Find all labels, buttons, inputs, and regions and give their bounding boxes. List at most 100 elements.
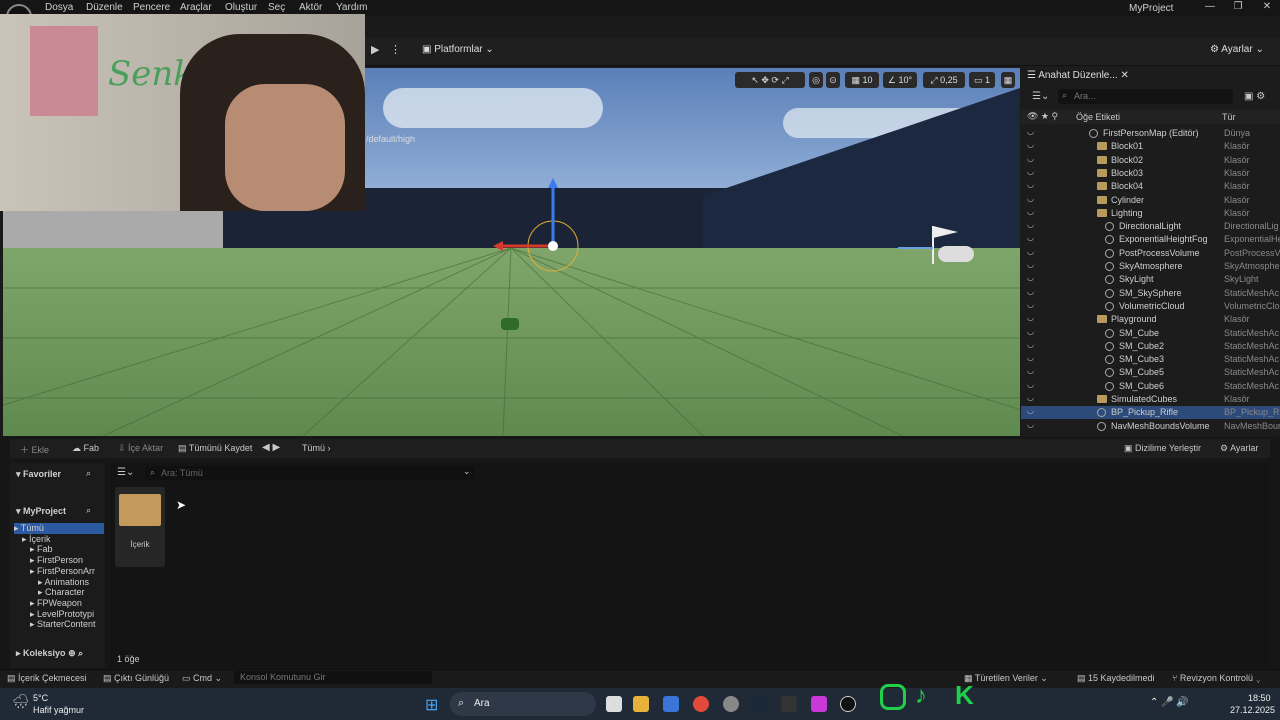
visibility-toggle-icon[interactable]: ◡ (1027, 273, 1034, 282)
outliner-row[interactable]: ◡ FirstPersonMap (Editör) Dünya (1021, 127, 1280, 140)
outliner-row[interactable]: ◡ SM_Cube3 StaticMeshAc (1021, 353, 1280, 366)
clock-time[interactable]: 18:50 (1248, 693, 1271, 703)
visibility-toggle-icon[interactable]: ◡ (1027, 233, 1034, 242)
output-log-button[interactable]: ▤ Çıktı Günlüğü (103, 673, 169, 684)
file-explorer-icon[interactable] (633, 696, 649, 712)
project-header[interactable]: ▾ MyProject (16, 506, 66, 517)
folder-tree-item[interactable]: ▸ İçerik (22, 534, 51, 545)
outliner-row[interactable]: ◡ SM_Cube StaticMeshAc (1021, 327, 1280, 340)
menu-file[interactable]: Dosya (45, 2, 73, 13)
platforms-button[interactable]: ▣ Platformlar ⌄ (422, 44, 494, 55)
folder-tree-item[interactable]: ▸ Animations (38, 577, 89, 588)
derived-data-button[interactable]: ▦ Türetilen Veriler ⌄ (964, 673, 1048, 684)
outliner-row[interactable]: ◡ NavMeshBoundsVolume NavMeshBour (1021, 420, 1280, 433)
outliner-row[interactable]: ◡ SkyAtmosphere SkyAtmosphe (1021, 260, 1280, 273)
surface-snap-icon[interactable]: ⊙ (826, 72, 840, 88)
visibility-toggle-icon[interactable]: ◡ (1027, 180, 1034, 189)
folder-tree-item[interactable]: ▸ Fab (30, 544, 53, 555)
menu-edit[interactable]: Düzenle (86, 2, 123, 13)
revision-control-button[interactable]: ⑂ Revizyon Kontrolü ⌄ (1172, 673, 1261, 683)
app-icon[interactable] (811, 696, 827, 712)
task-view-icon[interactable] (606, 696, 622, 712)
asset-search-input[interactable]: ⌕ Ara: Tümü ⌄ (145, 466, 475, 480)
transform-mode-group[interactable]: ↖ ✥ ⟳ ⤢ (735, 72, 805, 88)
store-icon[interactable] (663, 696, 679, 712)
outliner-row[interactable]: ◡ Lighting Klasör (1021, 207, 1280, 220)
steam-icon[interactable] (752, 696, 768, 712)
visibility-toggle-icon[interactable]: ◡ (1027, 220, 1034, 229)
outliner-row[interactable]: ◡ Block01 Klasör (1021, 140, 1280, 153)
menu-create[interactable]: Oluştur (225, 2, 257, 13)
outliner-row[interactable]: ◡ BP_Pickup_Rifle BP_Pickup_Ri (1021, 406, 1280, 420)
cmd-dropdown[interactable]: ▭ Cmd ⌄ (182, 673, 222, 684)
menu-window[interactable]: Pencere (133, 2, 170, 13)
unsaved-button[interactable]: ▤ 15 Kaydedilmedi (1077, 673, 1155, 684)
outliner-row[interactable]: ◡ PostProcessVolume PostProcessVo (1021, 247, 1280, 260)
scale-snap-button[interactable]: ⤢ 0,25 (923, 72, 965, 88)
maximize-button[interactable]: ❐ (1229, 1, 1247, 12)
outliner-row[interactable]: ◡ ExponentialHeightFog ExponentialHe (1021, 233, 1280, 246)
camera-speed-button[interactable]: ▭ 1 (969, 72, 995, 88)
fab-button[interactable]: ☁ Fab (72, 443, 99, 454)
visibility-toggle-icon[interactable]: ◡ (1027, 127, 1034, 136)
visibility-toggle-icon[interactable]: ◡ (1027, 327, 1034, 336)
start-icon[interactable]: ⊞ (425, 695, 438, 715)
outliner-search-input[interactable]: ⌕ Ara... (1058, 89, 1233, 104)
outliner-row[interactable]: ◡ VolumetricCloud VolumetricClo (1021, 300, 1280, 313)
more-options-icon[interactable]: ⋮ (390, 43, 401, 56)
weather-icon[interactable]: 🌧 (12, 693, 30, 710)
player-start-icon[interactable] (898, 218, 988, 268)
content-drawer-button[interactable]: ▤ İçerik Çekmecesi (7, 673, 87, 684)
grid-snap-button[interactable]: ▦ 10 (845, 72, 879, 88)
visibility-toggle-icon[interactable]: ◡ (1027, 154, 1034, 163)
column-type-header[interactable]: Tür (1222, 112, 1236, 122)
folder-tree-item[interactable]: ▸ Character (38, 587, 85, 598)
search-icon[interactable]: ⌕ (86, 468, 91, 479)
visibility-toggle-icon[interactable]: ◡ (1027, 207, 1034, 216)
menu-select[interactable]: Seç (268, 2, 285, 13)
dock-button[interactable]: ▣ Dizilime Yerleştir (1124, 443, 1201, 454)
play-icon[interactable]: ▶ (371, 43, 383, 56)
save-all-button[interactable]: ▤ Tümünü Kaydet (178, 443, 252, 454)
outliner-row[interactable]: ◡ Block02 Klasör (1021, 154, 1280, 167)
folder-tree-item[interactable]: ▸ LevelPrototypi (30, 609, 94, 620)
visibility-toggle-icon[interactable]: ◡ (1027, 247, 1034, 256)
close-tab-icon[interactable]: ✕ (1120, 70, 1128, 81)
filter-icon[interactable]: ☰⌄ (1032, 91, 1049, 102)
menu-actor[interactable]: Aktör (299, 2, 322, 13)
folder-tree-item[interactable]: ▸ FirstPerson (30, 555, 83, 566)
clock-date[interactable]: 27.12.2025 (1230, 705, 1275, 715)
taskbar-search[interactable]: ⌕ Ara (450, 692, 596, 716)
outliner-row[interactable]: ◡ SM_SkySphere StaticMeshAc (1021, 287, 1280, 300)
visibility-toggle-icon[interactable]: ◡ (1027, 406, 1034, 415)
outliner-row[interactable]: ◡ SM_Cube5 StaticMeshAc (1021, 366, 1280, 379)
chevron-down-icon[interactable]: ⌄ (463, 466, 471, 477)
menu-help[interactable]: Yardım (336, 2, 368, 13)
favorites-header[interactable]: ▾ Favoriler (16, 469, 61, 480)
import-button[interactable]: ⇩ İçe Aktar (118, 443, 163, 454)
folder-tree-item[interactable]: ▸ Tümü (14, 523, 104, 534)
visibility-toggle-icon[interactable]: ◡ (1027, 393, 1034, 402)
settings-button[interactable]: ⚙ Ayarlar ⌄ (1210, 44, 1264, 55)
outliner-row[interactable]: ◡ Block03 Klasör (1021, 167, 1280, 180)
outliner-row[interactable]: ◡ Block04 Klasör (1021, 180, 1280, 193)
chrome-icon[interactable] (693, 696, 709, 712)
visibility-toggle-icon[interactable]: ◡ (1027, 140, 1034, 149)
outliner-row[interactable]: ◡ SimulatedCubes Klasör (1021, 393, 1280, 406)
folder-tree-item[interactable]: ▸ FPWeapon (30, 598, 82, 609)
outliner-tab[interactable]: ☰ Anahat Düzenle... ✕ (1027, 70, 1129, 81)
visibility-toggle-icon[interactable]: ◡ (1027, 287, 1034, 296)
visibility-toggle-icon[interactable]: ◡ (1027, 380, 1034, 389)
visibility-toggle-icon[interactable]: ◡ (1027, 194, 1034, 203)
add-folder-icon[interactable]: ▣ ⚙ (1244, 91, 1265, 102)
folder-tree-item[interactable]: ▸ StarterContent (30, 619, 96, 630)
folder-tree-item[interactable]: ▸ FirstPersonArr (30, 566, 95, 577)
outliner-row[interactable]: ◡ SM_Cube2 StaticMeshAc (1021, 340, 1280, 353)
visibility-toggle-icon[interactable]: ◡ (1027, 167, 1034, 176)
close-button[interactable]: ✕ (1258, 1, 1276, 12)
outliner-row[interactable]: ◡ Playground Klasör (1021, 313, 1280, 326)
app-icon[interactable] (723, 696, 739, 712)
visibility-toggle-icon[interactable]: ◡ (1027, 340, 1034, 349)
tray-icons[interactable]: ⌃ 🎤 🔊 (1150, 697, 1189, 708)
outliner-row[interactable]: ◡ SM_Cube6 StaticMeshAc (1021, 380, 1280, 393)
